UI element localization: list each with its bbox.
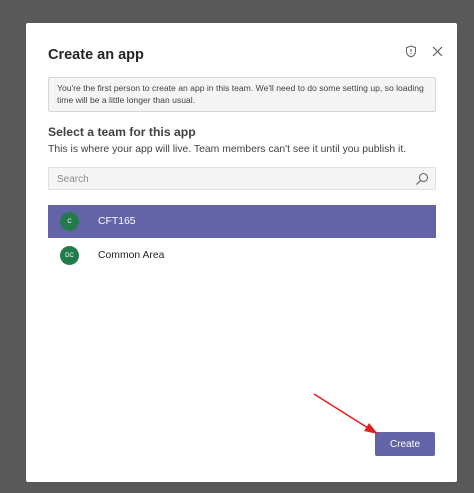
team-item-cft165[interactable]: C CFT165 xyxy=(48,205,436,238)
team-search-box xyxy=(48,167,436,190)
team-avatar: C xyxy=(60,212,79,231)
create-button[interactable]: Create xyxy=(375,432,435,456)
team-item-common-area[interactable]: DC Common Area xyxy=(48,239,436,272)
search-icon[interactable] xyxy=(414,171,430,187)
first-creator-notice: You're the first person to create an app… xyxy=(48,77,436,112)
dialog-header-icons xyxy=(403,43,445,59)
close-icon[interactable] xyxy=(429,43,445,59)
select-team-heading: Select a team for this app xyxy=(48,125,196,139)
search-input[interactable] xyxy=(55,171,395,187)
create-app-dialog: Create an app You're the first person to… xyxy=(26,23,457,482)
team-list: C CFT165 DC Common Area xyxy=(48,205,436,273)
team-avatar: DC xyxy=(60,246,79,265)
team-name: CFT165 xyxy=(98,216,136,227)
select-team-description: This is where your app will live. Team m… xyxy=(48,144,407,155)
shield-icon[interactable] xyxy=(403,43,419,59)
team-name: Common Area xyxy=(98,250,165,261)
dialog-title: Create an app xyxy=(48,47,144,63)
